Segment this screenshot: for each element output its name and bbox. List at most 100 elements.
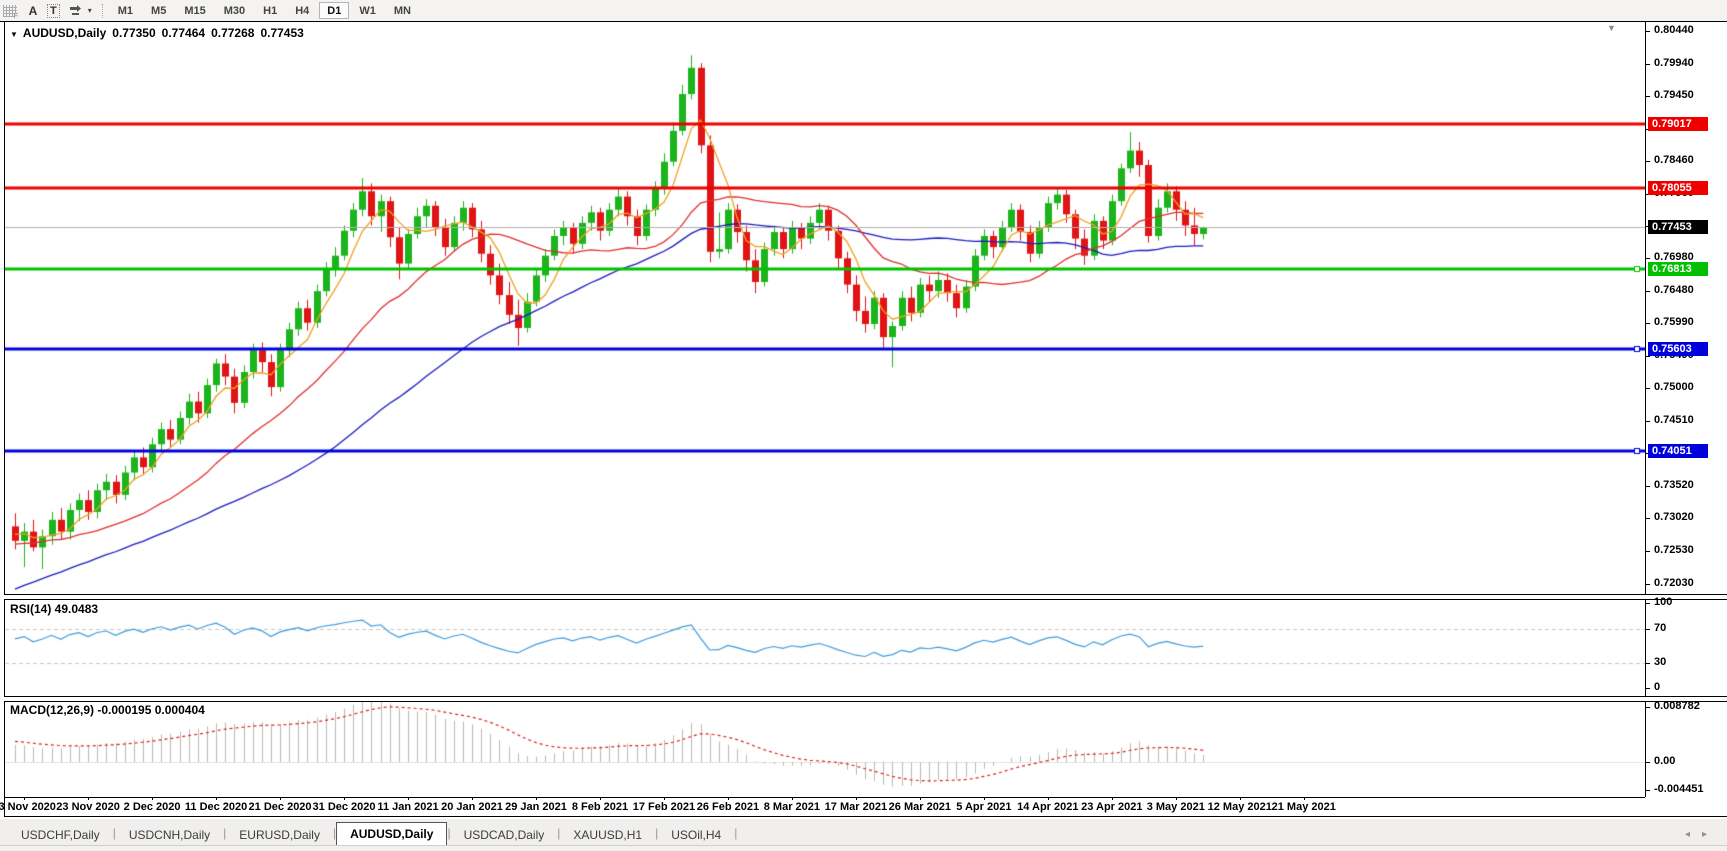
date-tick-mark: [535, 797, 537, 800]
price-level-label: 0.78055: [1648, 180, 1708, 195]
price-tick-mark: [1646, 518, 1650, 520]
price-tick-label: 0.80440: [1654, 24, 1694, 36]
time-axis[interactable]: 13 Nov 202023 Nov 20202 Dec 202011 Dec 2…: [0, 797, 1645, 815]
main-toolbar: F A T ▾ M1 M5 M15 M30 H1 H4 D1 W1 MN: [0, 0, 1727, 21]
tab-divider: |: [734, 825, 738, 840]
font-tool-button[interactable]: A: [23, 2, 43, 19]
metatrader-window: F A T ▾ M1 M5 M15 M30 H1 H4 D1 W1 MN ▼ AUDUSD,Dai…: [0, 0, 1727, 851]
price-tick-label: 0.75990: [1654, 316, 1694, 329]
macd-pane-separator[interactable]: [4, 696, 1727, 702]
date-tick-mark: [855, 797, 857, 800]
timeframe-button-h4[interactable]: H4: [287, 2, 317, 19]
rsi-tick-mark: [1646, 688, 1650, 689]
date-tick-mark: [663, 797, 665, 800]
price-tick-mark: [1646, 291, 1650, 293]
date-label: 23 Apr 2021: [1081, 801, 1143, 813]
ohlc-high: 0.77464: [161, 26, 206, 40]
price-tick-label: 0.73520: [1654, 478, 1694, 491]
date-tick-mark: [152, 797, 154, 800]
timeframe-buttons: M1 M5 M15 M30 H1 H4 D1 W1 MN: [110, 2, 419, 19]
chart-tabs: USDCHF,Daily | USDCNH,Daily | EURUSD,Daily | A…: [0, 819, 737, 846]
price-tick-mark: [1646, 96, 1650, 98]
timeframe-button-h1[interactable]: H1: [255, 2, 285, 19]
rsi-tick-mark: [1646, 628, 1650, 630]
date-label: 31 Dec 2020: [312, 801, 376, 813]
date-label: 11 Dec 2020: [184, 801, 248, 813]
chart-dropdown-icon[interactable]: ▼: [1607, 23, 1616, 33]
date-tick-mark: [1303, 797, 1305, 800]
chart-tabs-bar: USDCHF,Daily | USDCNH,Daily | EURUSD,Daily | A…: [0, 818, 1727, 846]
timeframe-button-w1[interactable]: W1: [351, 2, 384, 19]
price-tick-mark: [1646, 31, 1650, 32]
tab-usdcnh[interactable]: USDCNH,Daily: [116, 825, 223, 846]
date-tick-mark: [408, 797, 410, 800]
price-pane-canvas[interactable]: [5, 23, 1645, 595]
date-label: 26 Feb 2021: [696, 801, 760, 813]
date-label: 11 Jan 2021: [377, 801, 439, 813]
price-level-label: 0.76813: [1648, 262, 1708, 277]
price-level-label: 0.75603: [1648, 341, 1708, 356]
macd-tick-label: 0.00: [1654, 755, 1676, 768]
rsi-pane-canvas[interactable]: [5, 598, 1645, 697]
date-label: 21 Dec 2020: [248, 801, 312, 813]
date-label: 3 May 2021: [1146, 801, 1205, 813]
price-tick-label: 0.73020: [1654, 511, 1694, 524]
arrow-style-tool-button[interactable]: [64, 2, 88, 19]
date-label: 2 Dec 2020: [123, 801, 181, 813]
date-tick-mark: [280, 797, 282, 800]
chart-top-border: [0, 21, 1727, 22]
timeframe-button-mn[interactable]: MN: [386, 2, 419, 19]
price-tick-label: 0.79940: [1654, 56, 1694, 69]
date-tick-mark: [919, 797, 921, 800]
arrow-tool-dropdown-caret-icon[interactable]: ▾: [88, 6, 92, 15]
tab-xauusd[interactable]: XAUUSD,H1: [560, 825, 655, 846]
macd-pane-canvas[interactable]: [5, 700, 1645, 795]
date-tick-mark: [599, 797, 601, 800]
price-level-label: 0.79017: [1648, 117, 1708, 132]
timeframe-button-m1[interactable]: M1: [110, 2, 141, 19]
date-tick-mark: [791, 797, 793, 800]
price-tick-mark: [1646, 63, 1650, 65]
status-strip: [0, 845, 1727, 851]
tab-eurusd[interactable]: EURUSD,Daily: [226, 825, 333, 846]
date-tick-mark: [216, 797, 218, 800]
chart-context-icon[interactable]: ▼: [10, 30, 18, 39]
toolbar-grip-icon[interactable]: F: [3, 4, 18, 20]
tab-usdcad[interactable]: USDCAD,Daily: [451, 825, 558, 846]
price-tick-mark: [1646, 485, 1650, 487]
date-tick-mark: [472, 797, 473, 800]
rsi-tick-mark: [1646, 603, 1650, 604]
ohlc-close: 0.77453: [260, 26, 304, 40]
date-tick-mark: [983, 797, 985, 800]
rsi-tick-label: 70: [1654, 621, 1667, 634]
price-tick-mark: [1646, 420, 1650, 422]
date-label: 5 Apr 2021: [956, 801, 1012, 813]
price-tick-label: 0.76480: [1654, 284, 1694, 297]
price-tick-mark: [1646, 583, 1650, 585]
price-tick-label: 0.79450: [1654, 89, 1694, 102]
price-tick-label: 0.75000: [1654, 381, 1694, 394]
date-tick-mark: [1175, 797, 1177, 800]
rsi-pane-separator[interactable]: [4, 594, 1727, 600]
tab-usoil[interactable]: USOil,H4: [658, 825, 734, 846]
timeframe-button-m30[interactable]: M30: [216, 2, 253, 19]
date-label: 21 May 2021: [1271, 801, 1336, 813]
timeframe-button-m15[interactable]: M15: [176, 2, 213, 19]
tab-usdchf[interactable]: USDCHF,Daily: [8, 825, 113, 846]
timeframe-button-m5[interactable]: M5: [143, 2, 174, 19]
tab-audusd[interactable]: AUDUSD,Daily: [336, 822, 448, 846]
date-label: 23 Nov 2020: [56, 801, 120, 813]
rsi-tick-label: 0: [1654, 681, 1661, 693]
chart-symbol-label: AUDUSD,Daily: [22, 26, 107, 40]
price-level-label: 0.74051: [1648, 443, 1708, 458]
rsi-label: RSI(14) 49.0483: [10, 602, 99, 616]
price-axis[interactable]: 0.804400.799400.794500.789500.784600.779…: [1646, 0, 1727, 851]
timeframe-button-d1[interactable]: D1: [319, 2, 350, 19]
macd-tick-mark: [1646, 707, 1650, 708]
date-tick-mark: [88, 797, 90, 800]
macd-tick-mark: [1646, 789, 1650, 791]
price-tick-label: 0.72030: [1654, 576, 1694, 589]
date-label: 29 Jan 2021: [505, 801, 567, 813]
date-label: 13 Nov 2020: [0, 801, 56, 813]
text-label-tool-button[interactable]: T: [43, 2, 64, 19]
